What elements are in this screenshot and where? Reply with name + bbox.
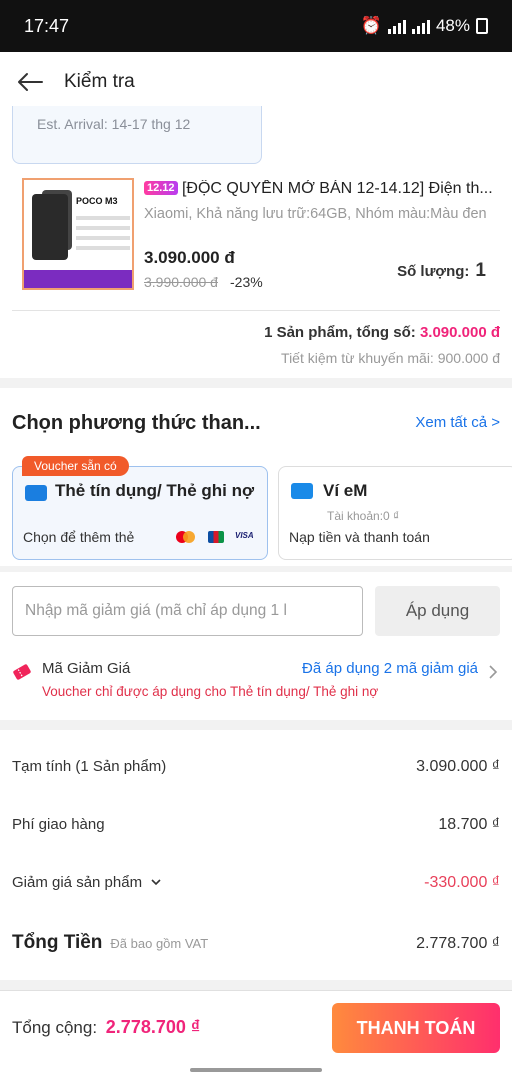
product-discount-label-wrap[interactable]: Giảm giá sản phẩm bbox=[12, 874, 162, 891]
checkout-button[interactable]: THANH TOÁN bbox=[332, 1003, 500, 1053]
thumb-brand: POCO M3 bbox=[76, 196, 118, 206]
chevron-right-icon[interactable] bbox=[488, 664, 498, 680]
voucher-label: Mã Giảm Giá bbox=[42, 660, 131, 677]
product-discount-row[interactable]: Giảm giá sản phẩm -330.000 ₫ bbox=[12, 874, 500, 892]
shipping-arrival: Est. Arrival: 14-17 thg 12 bbox=[12, 106, 262, 164]
checkout-bar: Tổng cộng: 2.778.700 ₫ THANH TOÁN bbox=[0, 990, 512, 1080]
card-option-title: Thẻ tín dụng/ Thẻ ghi nợ bbox=[55, 481, 255, 500]
mastercard-icon bbox=[176, 531, 196, 543]
order-subtotal: 1 Sản phẩm, tổng số: 3.090.000 đ bbox=[264, 324, 500, 341]
thumb-spec-line bbox=[76, 216, 130, 220]
payment-wallet-option[interactable]: Ví eM Tài khoản:0 ₫ Nạp tiền và thanh to… bbox=[278, 466, 512, 560]
thumb-footer-banner bbox=[24, 270, 132, 288]
grand-total-value: 2.778.700 ₫ bbox=[105, 1017, 201, 1037]
status-time: 17:47 bbox=[24, 15, 70, 36]
product-price: 3.090.000 đ bbox=[144, 248, 235, 267]
shipping-fee-label: Phí giao hàng bbox=[12, 816, 105, 833]
back-button[interactable] bbox=[0, 52, 60, 112]
promo-section: Nhập mã giảm giá (mã chỉ áp dụng 1 l Áp … bbox=[0, 572, 512, 720]
app-header: Kiểm tra bbox=[0, 52, 512, 112]
credit-card-icon bbox=[25, 485, 47, 501]
voucher-available-tag: Voucher sẵn có bbox=[22, 456, 129, 476]
shipping-fee-value: 18.700 ₫ bbox=[438, 816, 500, 833]
subtotal-label: 1 Sản phẩm, tổng số: bbox=[264, 324, 416, 341]
status-bar: 17:47 ⏰ 48% bbox=[0, 0, 512, 52]
product-old-price: 3.990.000 đ bbox=[144, 274, 218, 290]
thumb-spec-line bbox=[76, 236, 130, 240]
battery-level: 48% bbox=[435, 16, 470, 35]
sale-badge: 12.12 bbox=[144, 181, 178, 195]
voucher-applied[interactable]: Đã áp dụng 2 mã giảm giá bbox=[302, 660, 478, 677]
product-discount-value: -330.000 ₫ bbox=[424, 874, 500, 891]
product-quantity: Số lượng: 1 bbox=[397, 260, 486, 282]
total-value: 2.778.700 ₫ bbox=[416, 935, 500, 952]
arrival-text: Est. Arrival: 14-17 thg 12 bbox=[37, 116, 191, 132]
subtotal-row-label: Tạm tính (1 Sản phẩm) bbox=[12, 758, 167, 775]
product-item[interactable]: POCO M3 12.12 [ĐỘC QUYỀN MỞ BÁN 12-14.12… bbox=[22, 178, 500, 296]
chevron-down-icon[interactable] bbox=[150, 877, 162, 887]
see-all-link[interactable]: Xem tất cả > bbox=[415, 414, 500, 431]
card-option-sub: Chọn để thêm thẻ bbox=[23, 529, 135, 545]
promo-placeholder: Nhập mã giảm giá (mã chỉ áp dụng 1 l bbox=[25, 602, 287, 619]
visa-icon: VISA bbox=[235, 531, 254, 540]
total-row: Tổng Tiền Đã bao gồm VAT 2.778.700 ₫ bbox=[12, 932, 500, 954]
thumb-spec-line bbox=[76, 226, 130, 230]
quantity-label: Số lượng: bbox=[397, 263, 470, 280]
thumb-spec-line bbox=[76, 246, 130, 250]
jcb-icon bbox=[208, 531, 224, 543]
product-variant: Xiaomi, Khả năng lưu trữ:64GB, Nhóm màu:… bbox=[144, 206, 487, 222]
grand-total: Tổng cộng: 2.778.700 ₫ bbox=[12, 1017, 200, 1038]
voucher-note: Voucher chỉ được áp dụng cho Thẻ tín dụn… bbox=[42, 684, 379, 699]
grand-total-label: Tổng cộng: bbox=[12, 1018, 98, 1037]
alarm-icon: ⏰ bbox=[360, 16, 382, 35]
signal-icon bbox=[387, 18, 406, 34]
quantity-value: 1 bbox=[475, 260, 486, 281]
product-discount: -23% bbox=[230, 274, 263, 290]
payment-card-option[interactable]: Thẻ tín dụng/ Thẻ ghi nợ Chọn để thêm th… bbox=[12, 466, 268, 560]
wallet-option-title: Ví eM bbox=[323, 481, 368, 500]
wallet-balance: Tài khoản:0 ₫ bbox=[327, 509, 400, 523]
wallet-icon bbox=[291, 483, 313, 499]
product-title: [ĐỘC QUYỀN MỞ BÁN 12-14.12] Điện th... bbox=[181, 180, 493, 197]
voucher-row[interactable]: Mã Giảm Giá Đã áp dụng 2 mã giảm giá Vou… bbox=[12, 660, 500, 706]
voucher-ticket-icon bbox=[13, 664, 31, 680]
product-name[interactable]: 12.12 [ĐỘC QUYỀN MỞ BÁN 12-14.12] Điện t… bbox=[144, 180, 502, 198]
battery-icon bbox=[476, 18, 488, 34]
order-section: Est. Arrival: 14-17 thg 12 POCO M3 12.12… bbox=[0, 106, 512, 378]
apply-button[interactable]: Áp dụng bbox=[375, 586, 500, 636]
wallet-option-sub: Nạp tiền và thanh toán bbox=[289, 529, 430, 545]
subtotal-row-value: 3.090.000 ₫ bbox=[416, 758, 500, 775]
price-breakdown: Tạm tính (1 Sản phẩm) 3.090.000 ₫ Phí gi… bbox=[0, 730, 512, 980]
phone-image-front bbox=[32, 194, 68, 260]
signal-4g-icon bbox=[411, 18, 430, 34]
subtotal-row: Tạm tính (1 Sản phẩm) 3.090.000 ₫ bbox=[12, 758, 500, 776]
promo-saving: Tiết kiệm từ khuyến mãi: 900.000 đ bbox=[281, 350, 500, 366]
vat-note: Đã bao gồm VAT bbox=[110, 936, 209, 951]
product-thumbnail[interactable]: POCO M3 bbox=[22, 178, 134, 290]
payment-title: Chọn phương thức than... bbox=[12, 412, 261, 434]
total-label-wrap: Tổng Tiền Đã bao gồm VAT bbox=[12, 932, 208, 954]
promo-code-input[interactable]: Nhập mã giảm giá (mã chỉ áp dụng 1 l bbox=[12, 586, 363, 636]
total-label: Tổng Tiền bbox=[12, 932, 103, 953]
shipping-fee-row: Phí giao hàng 18.700 ₫ bbox=[12, 816, 500, 834]
page-title: Kiểm tra bbox=[64, 71, 135, 92]
payment-section: Chọn phương thức than... Xem tất cả > Th… bbox=[0, 388, 512, 566]
divider bbox=[12, 310, 500, 311]
status-icons: ⏰ 48% bbox=[361, 16, 488, 36]
product-discount-label: Giảm giá sản phẩm bbox=[12, 874, 143, 891]
subtotal-value: 3.090.000 đ bbox=[419, 324, 500, 341]
arrow-left-icon bbox=[18, 73, 43, 91]
home-indicator[interactable] bbox=[190, 1068, 322, 1072]
